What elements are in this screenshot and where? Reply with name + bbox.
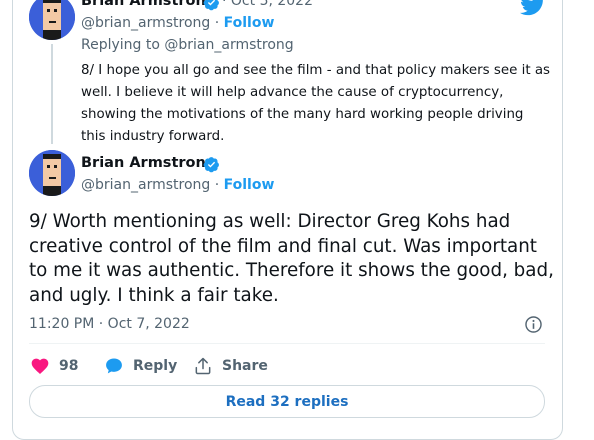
share-icon bbox=[195, 357, 211, 375]
main-tweet-text: 9/ Worth mentioning as well: Director Gr… bbox=[29, 211, 554, 306]
quoted-tweet-text: 8/ I hope you all go and see the film - … bbox=[81, 63, 551, 144]
info-icon[interactable] bbox=[524, 315, 543, 334]
twitter-bird-icon[interactable] bbox=[520, 0, 546, 18]
avatar-quoted[interactable] bbox=[29, 0, 75, 40]
avatar-punk-icon bbox=[29, 150, 75, 196]
separator-dot: · bbox=[214, 177, 220, 193]
divider bbox=[29, 343, 545, 344]
share-label: Share bbox=[222, 358, 268, 374]
quoted-author-name[interactable]: Brian Armstrong bbox=[81, 0, 216, 9]
like-action[interactable]: 98 bbox=[30, 355, 78, 377]
reply-action[interactable]: Reply bbox=[104, 355, 177, 377]
reply-bubble-icon bbox=[106, 358, 122, 374]
separator-dot: · bbox=[214, 15, 220, 31]
quoted-date[interactable]: · Oct 5, 2022 bbox=[222, 0, 313, 9]
heart-icon bbox=[31, 358, 49, 374]
main-handle[interactable]: @brian_armstrong bbox=[81, 177, 210, 193]
reply-label: Reply bbox=[133, 358, 178, 374]
like-count: 98 bbox=[59, 358, 79, 374]
separator-dot: · bbox=[222, 0, 227, 9]
tweet-timestamp[interactable]: 11:20 PM · Oct 7, 2022 bbox=[29, 316, 190, 332]
share-action[interactable]: Share bbox=[193, 355, 268, 377]
quoted-handle[interactable]: @brian_armstrong bbox=[81, 15, 210, 31]
thread-connector bbox=[51, 44, 53, 144]
avatar-punk-icon bbox=[29, 0, 75, 40]
replying-to[interactable]: Replying to @brian_armstrong bbox=[81, 37, 294, 53]
follow-button-main[interactable]: Follow bbox=[224, 177, 275, 193]
avatar-main[interactable] bbox=[29, 150, 75, 196]
quoted-handle-line: @brian_armstrong · Follow bbox=[81, 15, 274, 31]
verified-badge-icon bbox=[203, 0, 219, 11]
follow-button-quoted[interactable]: Follow bbox=[224, 15, 275, 31]
quoted-date-text[interactable]: Oct 5, 2022 bbox=[231, 0, 313, 9]
verified-badge-icon bbox=[203, 157, 219, 173]
read-replies-button[interactable]: Read 32 replies bbox=[29, 385, 545, 418]
main-handle-line: @brian_armstrong · Follow bbox=[81, 177, 274, 193]
read-replies-label: Read 32 replies bbox=[225, 393, 349, 410]
main-author-name[interactable]: Brian Armstrong bbox=[81, 155, 216, 171]
